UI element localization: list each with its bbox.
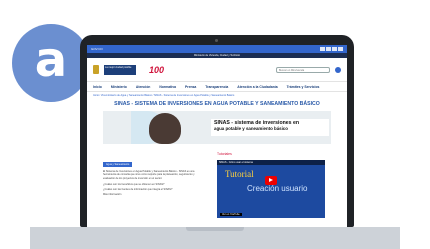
- banner-label: SINAS - sistema de inversiones en agua p…: [211, 119, 329, 136]
- tutorials-column: Tutoriales SINAS - Cómo usar el sistema …: [217, 152, 329, 218]
- gov-bar: GOV.CO: [87, 45, 347, 53]
- tutorials-heading: Tutoriales: [217, 152, 232, 156]
- intro-paragraph: El Sistema de Inversiones en Agua Potabl…: [103, 170, 195, 180]
- nav-item[interactable]: Normativa: [159, 85, 176, 89]
- nav-item[interactable]: Ministerio: [111, 85, 127, 89]
- video-title-word: Tutorial: [225, 169, 254, 179]
- content-columns: Agua y Saneamiento El Sistema de Inversi…: [87, 144, 347, 218]
- facebook-icon[interactable]: [320, 47, 325, 51]
- hero-banner: SINAS - sistema de inversiones en agua p…: [103, 111, 331, 144]
- nav-item[interactable]: Transparencia: [205, 85, 228, 89]
- question-link[interactable]: Más información: [103, 193, 203, 196]
- laptop-frame: GOV.CO Ministerio de Vivienda, Ciudad y …: [80, 35, 354, 227]
- nav-item[interactable]: Inicio: [93, 85, 102, 89]
- camera-dot: [215, 39, 218, 42]
- video-player[interactable]: SINAS - Cómo usar el sistema Tutorial Cr…: [217, 160, 325, 218]
- nav-item[interactable]: Prensa: [185, 85, 196, 89]
- question-list: ¿Cuáles son los beneficios que se obtien…: [103, 183, 203, 196]
- nav-item[interactable]: Atención a la Ciudadanía: [237, 85, 277, 89]
- category-chip[interactable]: Agua y Saneamiento: [103, 162, 133, 167]
- anniversary-logo: 100: [149, 64, 165, 75]
- ministry-logo[interactable]: La mejor ciudad posible: [104, 64, 136, 75]
- youtube-icon[interactable]: [338, 47, 343, 51]
- nav-item[interactable]: Trámites y Servicios: [287, 85, 320, 89]
- info-column: Agua y Saneamiento El Sistema de Inversi…: [103, 152, 203, 218]
- badge-letter: a: [34, 32, 68, 88]
- twitter-icon[interactable]: [326, 47, 331, 51]
- video-title-bar[interactable]: SINAS - Cómo usar el sistema: [217, 160, 325, 165]
- instagram-icon[interactable]: [332, 47, 337, 51]
- search-icon[interactable]: [335, 66, 341, 73]
- video-caption: Creación usuario: [247, 184, 308, 193]
- letter-badge: a: [12, 24, 90, 102]
- search-input[interactable]: Buscar en Minvivienda: [276, 66, 330, 73]
- page-title: SINAS - SISTEMA DE INVERSIONES EN AGUA P…: [114, 101, 320, 107]
- gov-logo[interactable]: GOV.CO: [91, 47, 103, 51]
- banner-headline-2: agua potable y saneamiento básico: [214, 125, 288, 131]
- nav-item[interactable]: Atención: [136, 85, 151, 89]
- laptop-notch: [186, 227, 244, 231]
- main-nav: Inicio Ministerio Atención Normativa Pre…: [87, 82, 347, 92]
- stage: a GOV.CO Ministerio de Vivienda, Ciudad …: [0, 0, 430, 249]
- site-header: La mejor ciudad posible 100 Buscar en Mi…: [87, 58, 347, 82]
- youtube-link[interactable]: Ver en YouTube: [220, 213, 242, 216]
- coat-of-arms-icon: [93, 65, 99, 74]
- top-bar-text: Ministerio de Vivienda, Ciudad y Territo…: [193, 54, 241, 57]
- social-icons: [320, 47, 343, 51]
- laptop-screen: GOV.CO Ministerio de Vivienda, Ciudad y …: [87, 45, 347, 227]
- question-link[interactable]: ¿Cuáles son las fuentes de información q…: [103, 188, 203, 191]
- breadcrumb[interactable]: Inicio / Viceministerio de Agua y Saneam…: [87, 92, 347, 99]
- child-photo: [149, 113, 181, 144]
- question-link[interactable]: ¿Cuáles son los beneficios que se obtien…: [103, 183, 203, 186]
